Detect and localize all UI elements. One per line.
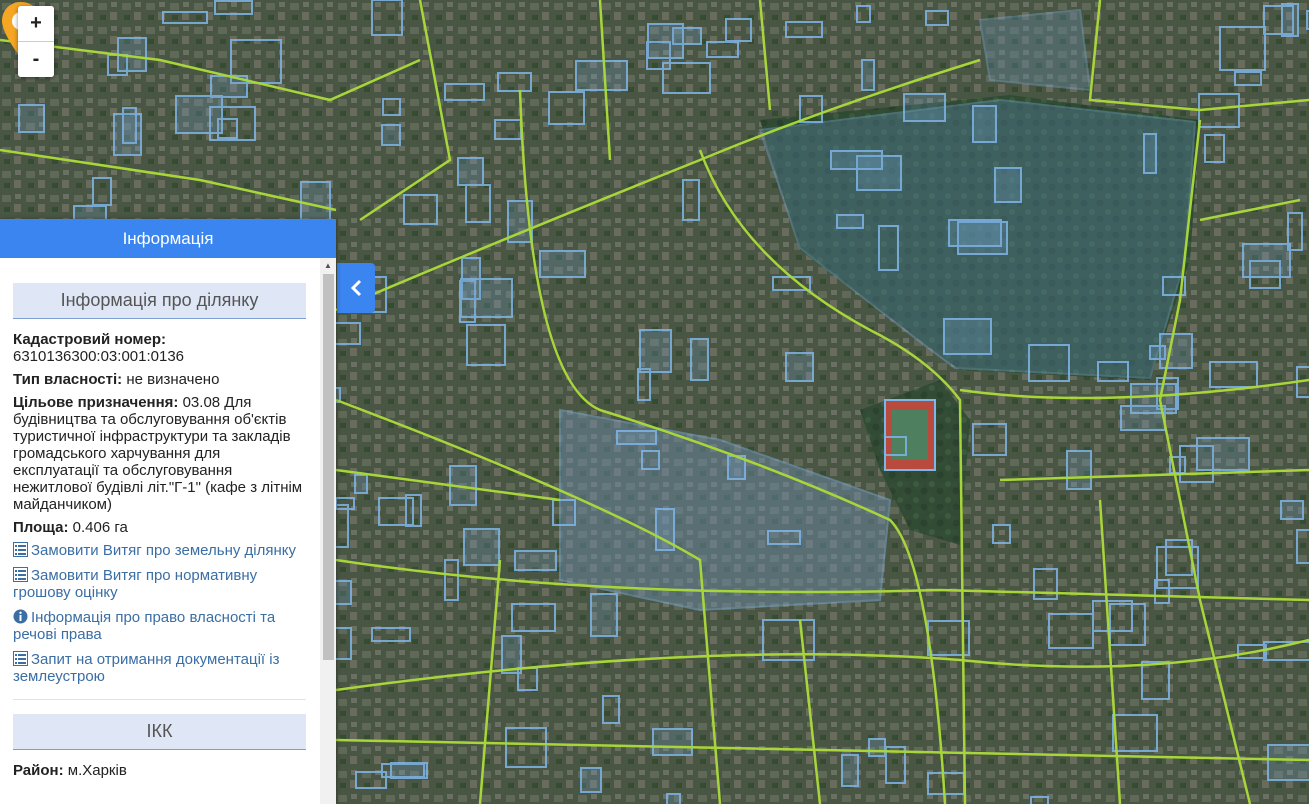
order-land-extract-link[interactable]: Замовити Витяг про земельну ділянку [13,542,309,559]
parcel-outline [1196,437,1250,471]
parcel-outline [639,329,672,373]
parcel-outline [122,107,137,144]
cadastral-row: Кадастровий номер: 6310136300:03:001:013… [13,331,309,365]
scroll-up-arrow-icon[interactable]: ▲ [320,258,336,274]
parcel-outline [616,430,657,445]
parcel-outline [354,474,368,494]
district-value: м.Харків [67,762,127,779]
link-text[interactable]: Замовити Витяг про нормативну грошову оц… [13,567,257,601]
list-icon [13,542,28,557]
ikk-section-title: ІКК [13,714,306,750]
parcel-outline [1149,345,1166,360]
divider [13,699,306,700]
chevron-left-icon [350,279,362,296]
parcel-outline [652,728,693,756]
parcel-outline [830,150,883,170]
link-text[interactable]: Інформація про право власності та речові… [13,609,275,643]
district-label: Район: [13,762,64,779]
ownership-row: Тип власності: не визначено [13,371,309,388]
parcel-outline [785,352,814,382]
parcel-info: Кадастровий номер: 6310136300:03:001:013… [13,331,309,685]
parcel-outline [575,60,628,91]
parcel-outline [381,124,401,146]
area-label: Площа: [13,519,69,536]
parcel-outline [836,214,864,229]
info-icon [13,609,28,624]
parcel-outline [647,23,684,59]
parcel-outline [390,762,428,779]
link-text[interactable]: Замовити Витяг про земельну ділянку [31,542,296,559]
parcel-outline [590,593,618,637]
cadastral-value: 6310136300:03:001:0136 [13,348,185,365]
purpose-row: Цільове призначення: 03.08 Для будівницт… [13,394,309,513]
parcel-square [978,8,1092,92]
parcel-outline [1066,450,1092,490]
parcel-outline [514,550,557,571]
parcel-outline [943,318,992,355]
ownership-value: не визначено [126,371,220,388]
parcel-outline [1242,243,1291,278]
parcel-outline [175,95,223,134]
zoom-in-button[interactable]: + [18,6,54,41]
ownership-rights-link[interactable]: Інформація про право власності та речові… [13,609,309,643]
parcel-section-title: Інформація про ділянку [13,283,306,319]
parcel-outline [690,338,709,381]
order-valuation-extract-link[interactable]: Замовити Витяг про нормативну грошову оц… [13,567,309,601]
parcel-outline [1280,500,1304,520]
parcel-outline [666,793,681,804]
district-row: Район: м.Харків [13,762,309,779]
parcel-outline [1143,133,1157,174]
area-value: 0.406 га [72,519,128,536]
collapse-panel-button[interactable] [337,263,375,313]
parcel-outline [539,250,586,278]
parcel-outline [972,105,997,143]
purpose-label: Цільове призначення: [13,394,179,411]
parcel-outline [903,93,946,122]
ownership-label: Тип власності: [13,371,123,388]
panel-body: Інформація про ділянку Кадастровий номер… [0,258,320,804]
cadastral-label: Кадастровий номер: [13,331,167,348]
purpose-value: 03.08 Для будівництва та обслуговування … [13,394,303,513]
zoom-control: + - [18,6,54,77]
parcel-outline [1267,744,1309,781]
parcel-outline [460,278,513,318]
parcel-outline [457,157,484,186]
parcel-outline [18,104,45,133]
parcel-outline [580,767,602,793]
parcel-outline [463,528,500,566]
area-row: Площа: 0.406 га [13,519,309,536]
parcel-outline [868,738,886,757]
parcel-outline [501,635,522,674]
stadium-field [892,410,928,460]
zoom-out-button[interactable]: - [18,41,54,77]
parcel-outline [1281,3,1299,37]
panel-scrollbar[interactable]: ▲ [320,258,336,804]
parcel-outline [1130,383,1177,414]
parcel-outline [841,754,859,787]
ikk-info: Район: м.Харків [13,762,309,779]
panel-header: Інформація [0,219,336,258]
link-text[interactable]: Запит на отримання документації із земле… [13,651,279,685]
list-icon [13,651,28,666]
parcel-outline [948,219,1002,247]
parcel-outline [994,167,1022,203]
info-panel: Інформація ▲ Інформація про ділянку Када… [0,219,336,804]
parcel-outline [861,59,875,91]
scroll-thumb[interactable] [323,274,334,660]
land-docs-request-link[interactable]: Запит на отримання документації із земле… [13,651,309,685]
list-icon [13,567,28,582]
